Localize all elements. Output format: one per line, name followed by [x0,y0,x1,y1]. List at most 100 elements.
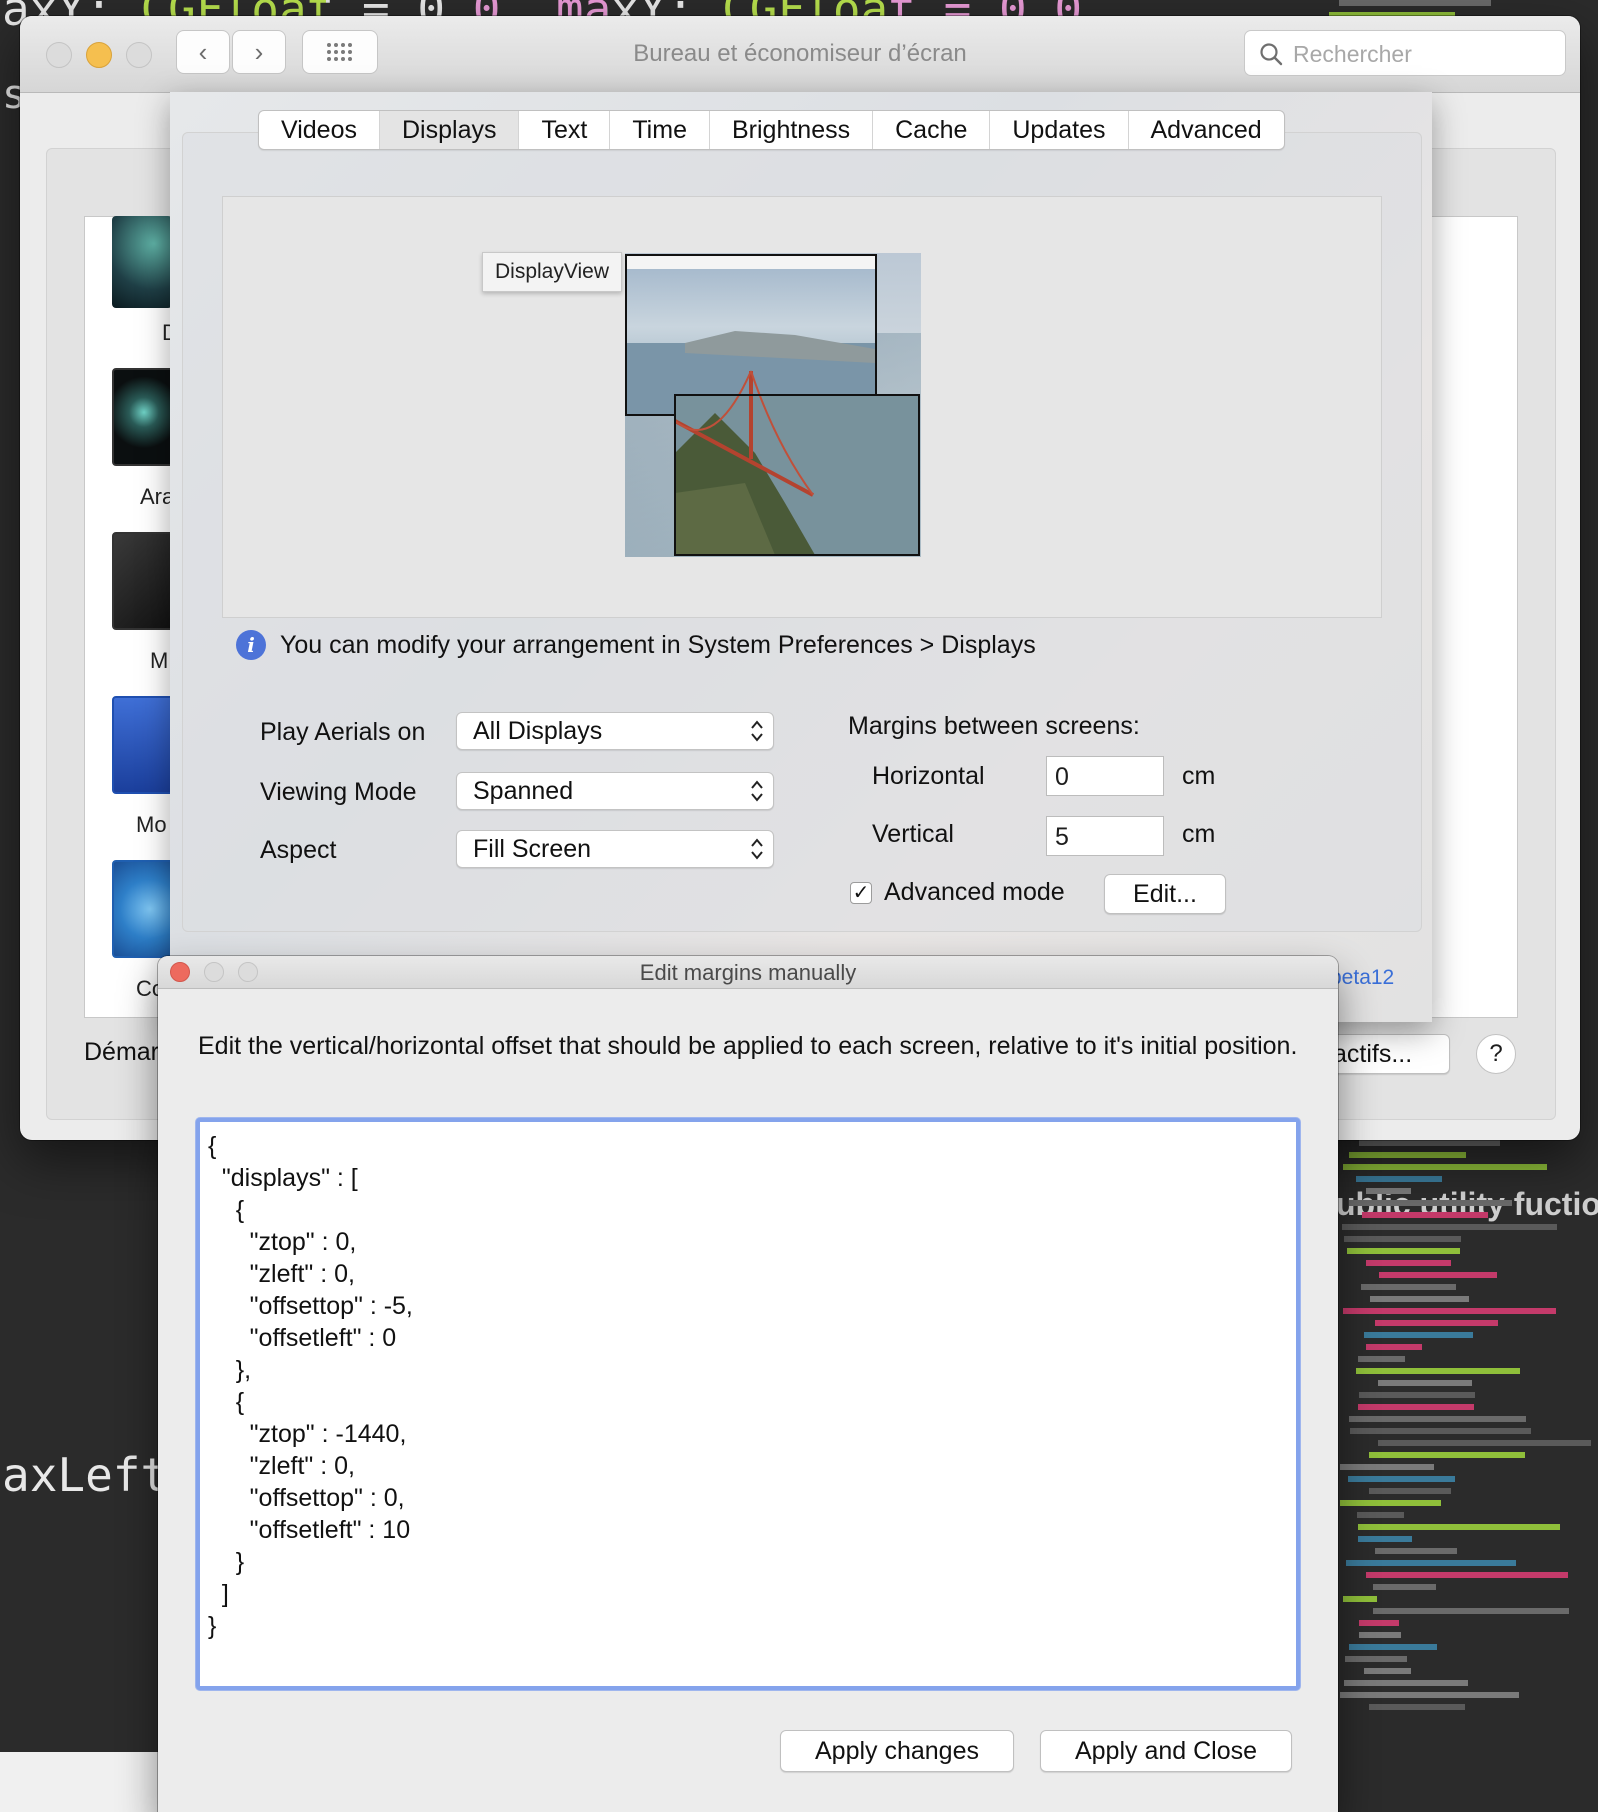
minimap-line [1358,1356,1405,1362]
screensaver-thumb-1[interactable] [112,216,172,308]
margins-json-editor[interactable]: { "displays" : [ { "ztop" : 0, "zleft" :… [196,1118,1300,1690]
minimap-line [1379,1272,1497,1278]
dialog-titlebar: Edit margins manually [158,956,1338,989]
dialog-title: Edit margins manually [639,960,857,985]
aerial-preferences-sheet: Videos Displays Text Time Brightness Cac… [170,92,1432,1022]
play-aerials-popup[interactable]: All Displays [456,712,774,750]
minimap-line [1358,1404,1474,1410]
tab-updates[interactable]: Updates [990,111,1129,149]
minimap-line [1378,1380,1472,1386]
tab-videos[interactable]: Videos [259,111,380,149]
display-preview [625,253,921,557]
minimap-line [1375,1548,1457,1554]
vertical-label: Vertical [872,820,954,848]
popup-arrows-icon [751,780,763,802]
minimap-line [1342,1224,1557,1230]
tab-text[interactable]: Text [519,111,611,149]
search-icon [1260,43,1283,66]
margins-json-text[interactable]: { "displays" : [ { "ztop" : 0, "zleft" :… [208,1130,413,1642]
minimap-line [1373,1608,1569,1614]
dialog-description: Edit the vertical/horizontal offset that… [198,1032,1298,1060]
edit-margins-button[interactable]: Edit... [1104,874,1226,914]
info-icon: i [236,630,266,660]
screensaver-label-4: Mo [136,812,167,837]
minimap-line [1378,1440,1591,1446]
minimap-line [1366,1572,1568,1578]
minimap-line [1349,1200,1512,1206]
minimap-line [1359,1620,1399,1626]
minimap-line [1359,1140,1500,1146]
tab-advanced[interactable]: Advanced [1129,111,1284,149]
displayview-tooltip: DisplayView [482,252,622,292]
minimap-line [1340,1692,1519,1698]
horizontal-label: Horizontal [872,762,985,790]
tab-cache[interactable]: Cache [873,111,991,149]
minimap-line [1369,1488,1451,1494]
display-arrangement-view[interactable] [222,196,1382,618]
minimap-line [1361,1284,1456,1290]
hot-corners-button[interactable]: actifs... [1320,1034,1450,1074]
minimap-line [1348,1476,1455,1482]
minimap-line [1369,1704,1465,1710]
desktop-bottom-bar [0,1752,158,1812]
screensaver-thumb-2[interactable] [112,368,176,466]
minimap-line [1347,1248,1460,1254]
minimap-line [1350,1428,1531,1434]
minimap-line [1357,1512,1404,1518]
screensaver-label-3: M [150,648,169,673]
minimap-line [1370,1296,1469,1302]
popup-arrows-icon [751,720,763,742]
minimap-line [1339,0,1491,6]
minimap-line [1366,1188,1411,1194]
minimap-line [1340,1464,1434,1470]
minimap-line [1349,1416,1526,1422]
edit-margins-dialog: Edit margins manually Edit the vertical/… [158,956,1338,1812]
aspect-popup[interactable]: Fill Screen [456,830,774,868]
minimap-line [1343,1596,1377,1602]
code-fragment-axleft: axLeft [2,1448,169,1502]
minimap-line [1349,1152,1466,1158]
minimap-line [1366,1344,1422,1350]
tab-brightness[interactable]: Brightness [710,111,874,149]
minimap-line [1356,1176,1442,1182]
minimap-line [1346,1560,1516,1566]
screensaver-thumb-3[interactable] [112,532,176,630]
screensaver-thumb-4[interactable] [112,696,176,794]
code-minimap [1340,1140,1598,1740]
preferences-tab-bar: Videos Displays Text Time Brightness Cac… [258,110,1285,150]
minimap-line [1340,1500,1441,1506]
version-link[interactable]: beta12 [1330,966,1394,990]
viewing-mode-label: Viewing Mode [260,778,417,806]
displays-info: i You can modify your arrangement in Sys… [236,630,1036,660]
minimap-line [1359,1632,1401,1638]
help-button[interactable]: ? [1476,1034,1516,1074]
aspect-label: Aspect [260,836,337,864]
tab-time[interactable]: Time [610,111,710,149]
minimap-line [1344,1236,1461,1242]
apply-changes-button[interactable]: Apply changes [780,1730,1014,1772]
search-field[interactable] [1244,30,1566,76]
minimap-line [1364,1332,1473,1338]
search-input[interactable] [1291,40,1555,69]
advanced-mode-label: Advanced mode [884,878,1065,906]
minimap-line [1369,1452,1525,1458]
advanced-mode-checkbox[interactable]: ✓ [850,882,872,904]
play-aerials-label: Play Aerials on [260,718,426,746]
viewing-mode-popup[interactable]: Spanned [456,772,774,810]
screensaver-thumb-5[interactable] [112,860,176,958]
horizontal-margin-field[interactable]: 0 [1046,756,1164,796]
minimap-line [1344,1680,1468,1686]
margins-title: Margins between screens: [848,712,1140,740]
minimap-line [1362,1212,1488,1218]
minimap-line [1358,1524,1560,1530]
minimap-line [1356,1368,1520,1374]
minimap-line [1375,1320,1498,1326]
start-after-label: Démar [84,1038,160,1066]
tab-displays[interactable]: Displays [380,111,520,149]
vertical-unit: cm [1182,820,1216,848]
window-titlebar: ‹ › Bureau et économiseur d’écran [20,16,1580,93]
displays-info-text: You can modify your arrangement in Syste… [280,630,1036,659]
minimap-line [1366,1260,1451,1266]
vertical-margin-field[interactable]: 5 [1046,816,1164,856]
apply-and-close-button[interactable]: Apply and Close [1040,1730,1292,1772]
